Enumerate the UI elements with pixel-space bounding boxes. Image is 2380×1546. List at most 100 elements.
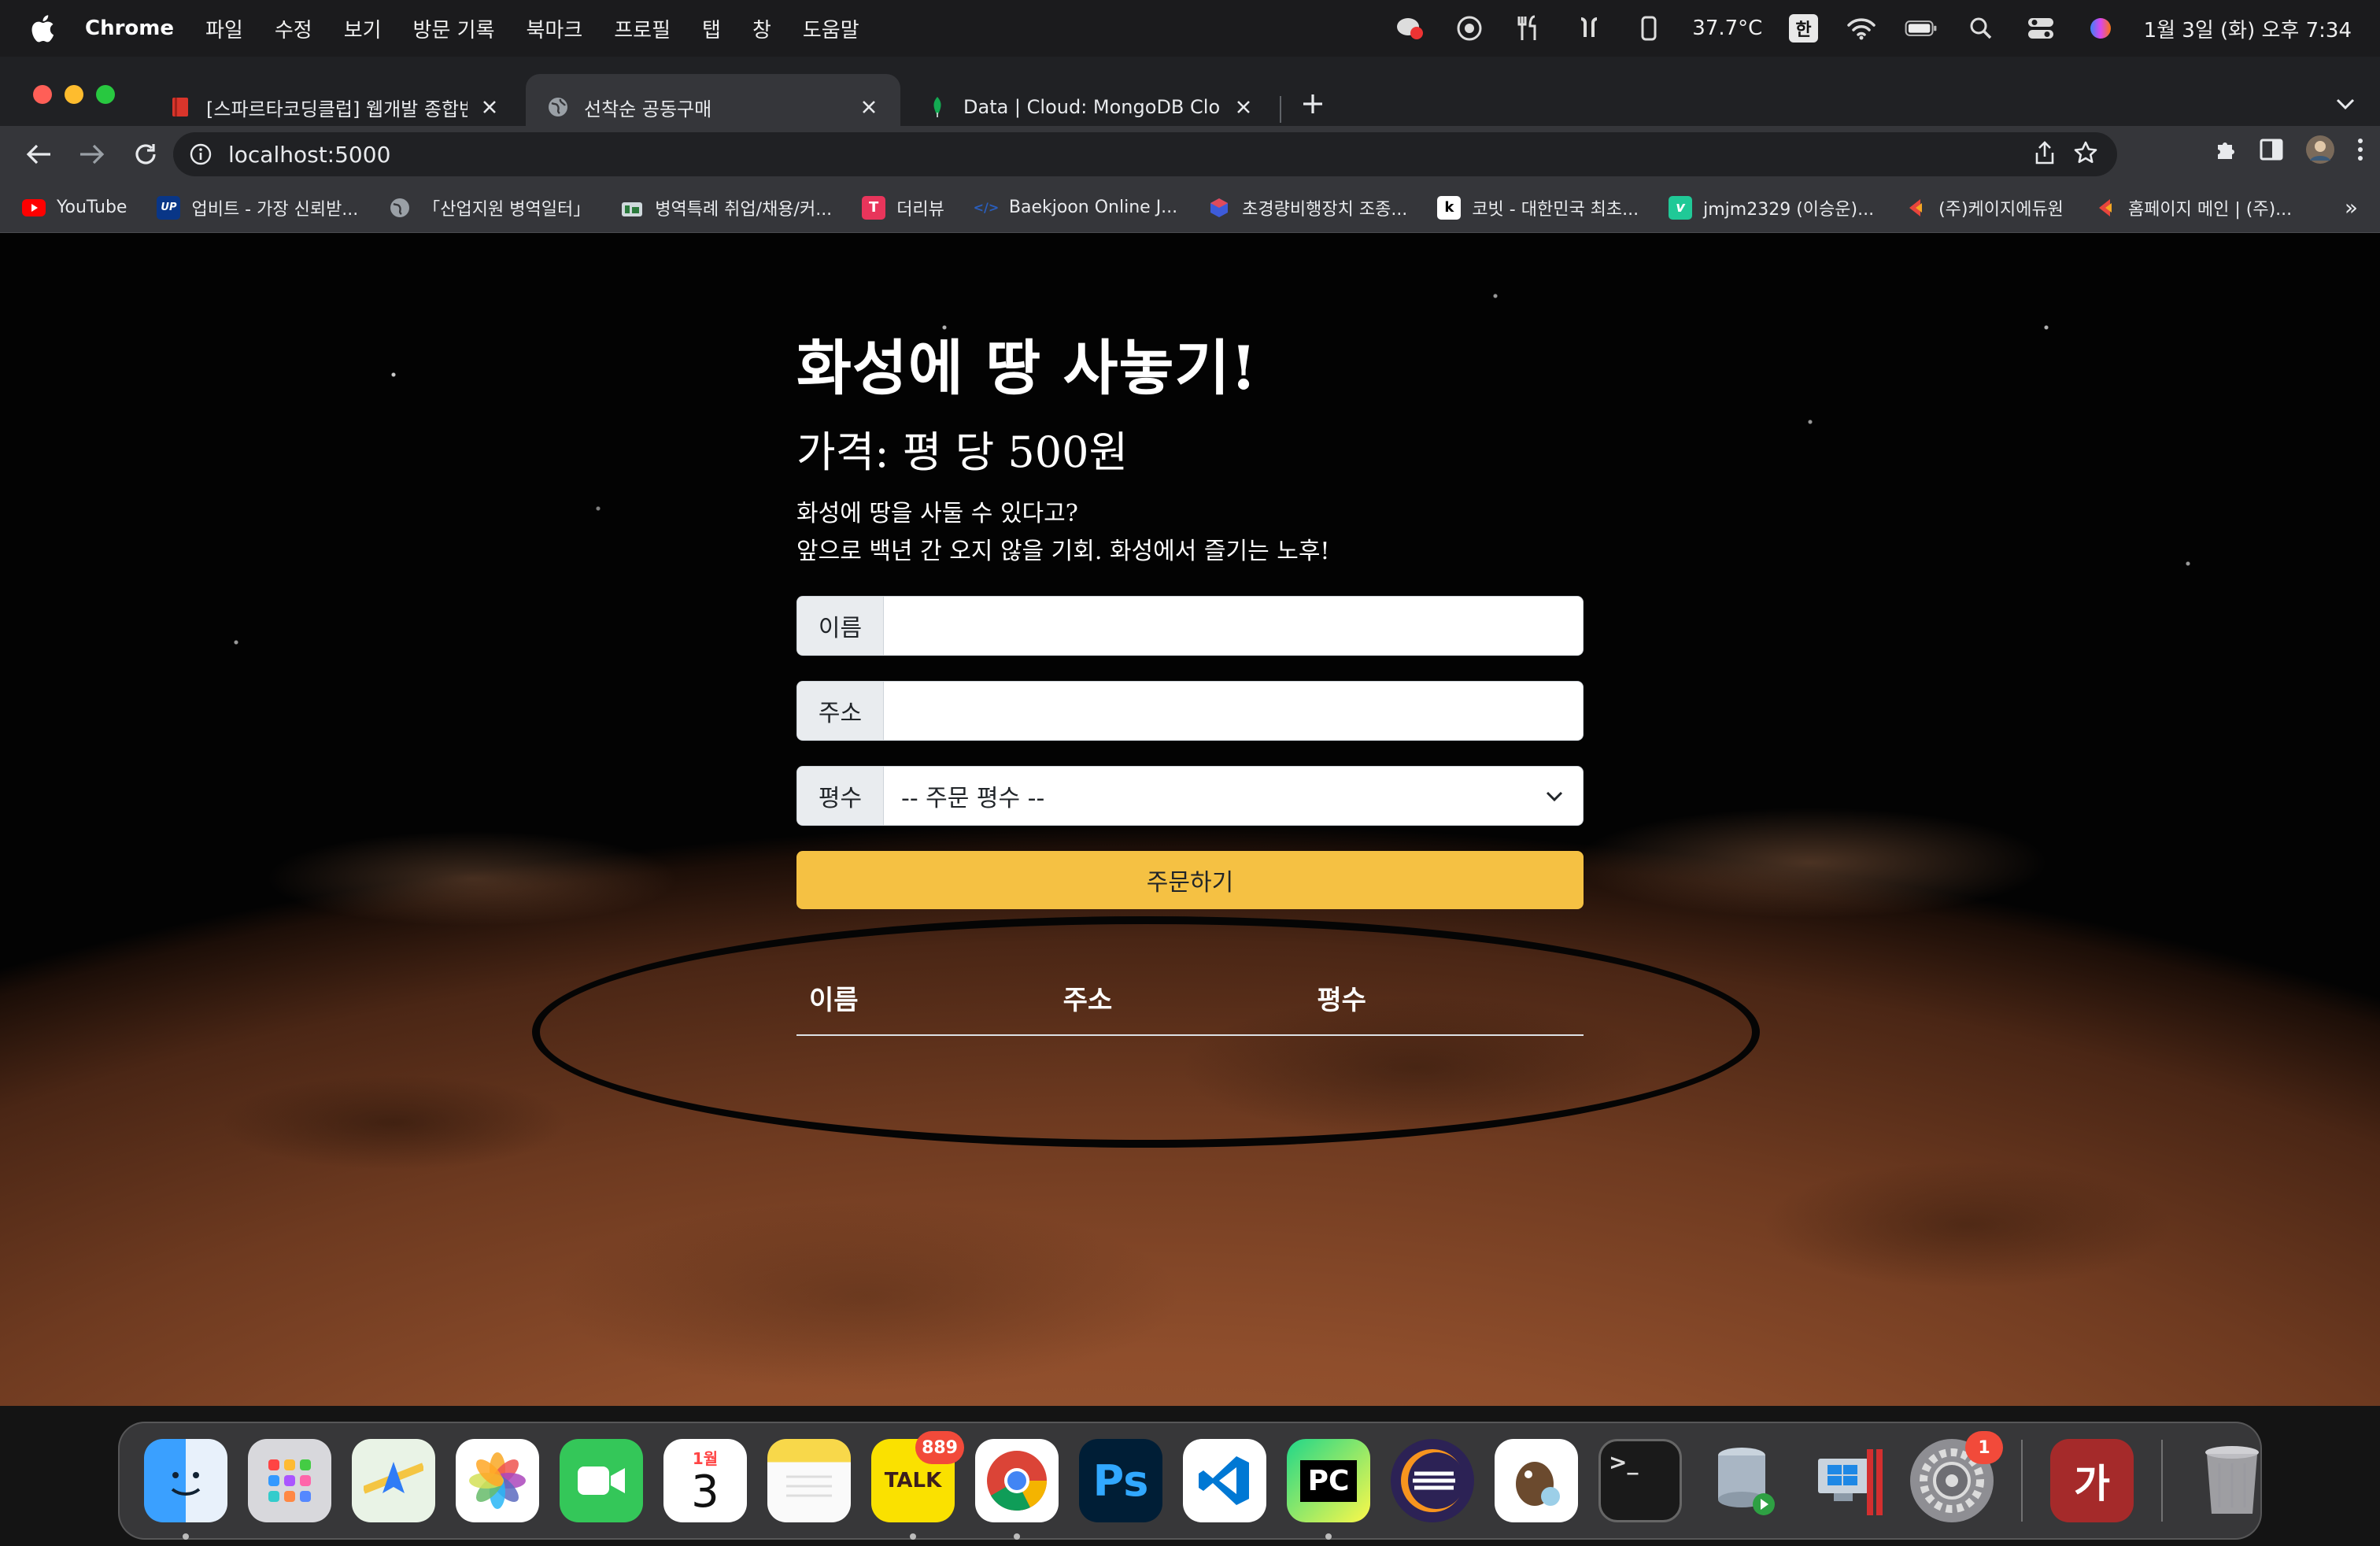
bookmark-job-site[interactable]: 병역특례 취업/채용/커...	[620, 195, 832, 220]
menu-history[interactable]: 방문 기록	[413, 14, 495, 43]
launchpad-icon[interactable]	[248, 1439, 331, 1522]
terminal-icon[interactable]: >_	[1598, 1439, 1682, 1522]
address-bar[interactable]	[173, 132, 2117, 176]
temperature-reading[interactable]: 37.7°C	[1692, 17, 1762, 40]
menu-view[interactable]: 보기	[344, 14, 382, 43]
side-panel-icon[interactable]	[2259, 138, 2284, 165]
size-label: 평수	[797, 767, 884, 825]
code-icon: </>	[973, 200, 1000, 215]
order-button[interactable]: 주문하기	[796, 851, 1584, 909]
apple-icon[interactable]	[28, 13, 55, 44]
share-icon[interactable]	[2034, 140, 2056, 168]
bookmark-velog[interactable]: v jmjm2329 (이승운)...	[1669, 195, 1874, 220]
name-label: 이름	[797, 597, 884, 655]
menu-bar: Chrome 파일 수정 보기 방문 기록 북마크 프로필 탭 창 도움말 37…	[0, 0, 2380, 57]
calendar-icon[interactable]: 1월 3	[663, 1439, 747, 1522]
menu-help[interactable]: 도움말	[803, 14, 859, 43]
name-input[interactable]	[884, 597, 1583, 655]
bookmark-upbit[interactable]: UP 업비트 - 가장 신뢰받...	[157, 195, 358, 220]
menu-edit[interactable]: 수정	[275, 14, 312, 43]
bookmark-kgeduone[interactable]: (주)케이지에듀원	[1904, 195, 2064, 220]
bookmark-military-service[interactable]: 「산업지원 병역일터」	[388, 195, 590, 220]
size-select[interactable]: -- 주문 평수 --	[884, 767, 1583, 825]
dbeaver-icon[interactable]	[1495, 1439, 1578, 1522]
photoshop-icon[interactable]: Ps	[1079, 1439, 1162, 1522]
kg-icon	[1904, 196, 1927, 220]
korbit-icon: k	[1437, 195, 1462, 220]
chevron-down-icon	[1546, 791, 1563, 802]
vscode-icon[interactable]	[1183, 1439, 1266, 1522]
terminal-prompt-glyph: >_	[1609, 1449, 1639, 1475]
bookmark-label: 「산업지원 병역일터」	[423, 199, 591, 220]
bookmark-korbit[interactable]: k 코빗 - 대한민국 최초...	[1437, 195, 1639, 220]
chat-status-icon[interactable]	[1393, 12, 1426, 45]
app-name[interactable]: Chrome	[85, 17, 174, 40]
bookmark-label: 홈페이지 메인 | (주)...	[2127, 199, 2293, 220]
eclipse-icon[interactable]	[1391, 1439, 1474, 1522]
menu-tab[interactable]: 탭	[702, 14, 721, 43]
input-method-indicator[interactable]: 한	[1789, 14, 1818, 43]
description-line-2: 앞으로 백년 간 오지 않을 기회. 화성에서 즐기는 노후!	[796, 538, 1330, 565]
close-window-button[interactable]	[33, 85, 52, 104]
battery-icon[interactable]	[1905, 12, 1938, 45]
kakaotalk-icon[interactable]: TALK 889	[871, 1431, 964, 1540]
windows-app-icon[interactable]	[1806, 1439, 1890, 1522]
dictionary-label: 가	[2074, 1461, 2110, 1507]
tab-search-chevron-icon[interactable]	[2330, 88, 2361, 120]
spotlight-search-icon[interactable]	[1964, 12, 1998, 45]
bookmark-label: (주)케이지에듀원	[1938, 199, 2064, 220]
bookmark-label: 더리뷰	[896, 199, 944, 220]
profile-avatar[interactable]	[2304, 134, 2336, 168]
address-label: 주소	[797, 682, 884, 740]
bookmark-youtube[interactable]: YouTube	[22, 196, 127, 220]
url-input[interactable]	[228, 141, 2101, 168]
address-input[interactable]	[884, 682, 1583, 740]
forward-button[interactable]	[72, 135, 112, 174]
bookmark-baekjoon[interactable]: </> Baekjoon Online J...	[973, 196, 1178, 220]
finder-icon[interactable]	[144, 1439, 227, 1540]
kg-icon	[2094, 196, 2117, 220]
fork-knife-icon[interactable]	[1513, 12, 1546, 45]
chrome-menu-kebab-icon[interactable]	[2356, 137, 2364, 165]
close-tab-icon[interactable]	[479, 96, 501, 118]
window-controls	[33, 85, 115, 104]
more-bookmarks-chevron-icon[interactable]: »	[2345, 194, 2358, 220]
control-center-icon[interactable]	[2024, 12, 2057, 45]
extensions-puzzle-icon[interactable]	[2213, 137, 2238, 165]
clock[interactable]: 1월 3일 (화) 오후 7:34	[2144, 14, 2352, 43]
screen-record-icon[interactable]	[1453, 12, 1486, 45]
bookmark-drone[interactable]: 초경량비행장치 조종...	[1207, 195, 1407, 220]
close-tab-icon[interactable]	[858, 96, 880, 118]
chrome-icon[interactable]	[975, 1439, 1059, 1540]
database-app-icon[interactable]	[1702, 1439, 1786, 1522]
minimize-window-button[interactable]	[65, 85, 83, 104]
bookmark-thereview[interactable]: T 더리뷰	[862, 195, 944, 220]
reload-button[interactable]	[126, 135, 165, 174]
menu-window[interactable]: 창	[752, 14, 771, 43]
wifi-icon[interactable]	[1845, 12, 1878, 45]
maps-icon[interactable]	[352, 1439, 435, 1522]
back-button[interactable]	[19, 135, 58, 174]
temperature-icon[interactable]	[1632, 12, 1665, 45]
dictionary-icon[interactable]: 가	[2050, 1439, 2134, 1522]
notes-icon[interactable]	[767, 1439, 851, 1522]
bookmark-star-icon[interactable]	[2073, 140, 2098, 168]
price-heading: 가격: 평 당 500원	[796, 427, 1129, 477]
photos-icon[interactable]	[456, 1439, 539, 1522]
bookmark-homepage-main[interactable]: 홈페이지 메인 | (주)...	[2094, 195, 2292, 220]
facetime-icon[interactable]	[560, 1439, 643, 1522]
siri-icon[interactable]	[2084, 12, 2117, 45]
menu-profiles[interactable]: 프로필	[614, 14, 671, 43]
pycharm-icon[interactable]: PC	[1287, 1439, 1370, 1540]
close-tab-icon[interactable]	[1232, 96, 1255, 118]
airpods-icon[interactable]	[1572, 12, 1606, 45]
menu-bookmarks[interactable]: 북마크	[527, 14, 583, 43]
trash-icon[interactable]	[2190, 1439, 2274, 1522]
menu-file[interactable]: 파일	[205, 14, 243, 43]
new-tab-button[interactable]	[1297, 88, 1329, 120]
system-settings-icon[interactable]: 1	[1910, 1431, 2003, 1522]
site-info-icon[interactable]	[189, 142, 213, 166]
youtube-icon	[22, 196, 46, 220]
bookmark-label: 코빗 - 대한민국 최초...	[1472, 199, 1639, 220]
zoom-window-button[interactable]	[96, 85, 115, 104]
